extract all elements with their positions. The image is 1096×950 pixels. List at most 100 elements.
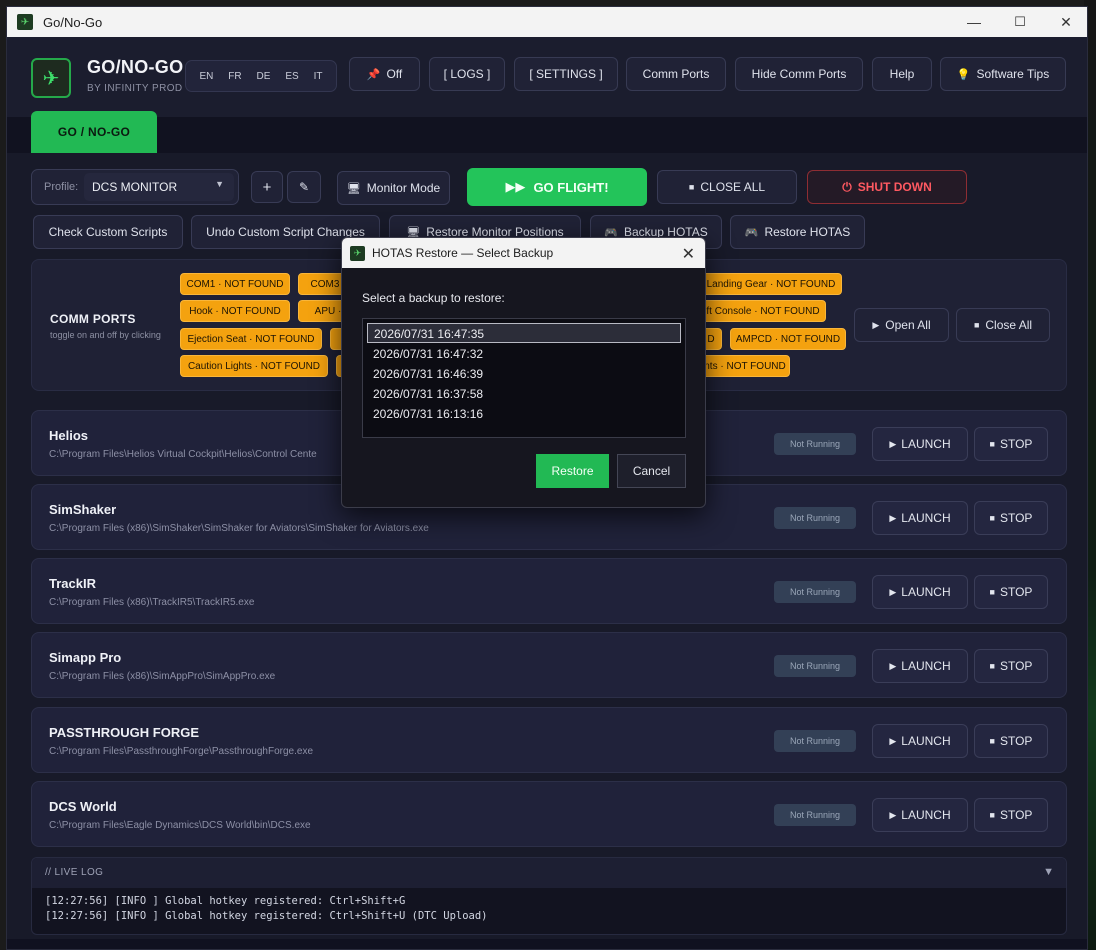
lang-fr[interactable]: FR	[228, 71, 241, 82]
close-all-ports-button[interactable]: ■ Close All	[956, 308, 1050, 342]
stop-square-icon: ■	[989, 661, 995, 671]
comm-chip-console[interactable]: ft Console · NOT FOUND	[700, 300, 826, 322]
stop-label: STOP	[999, 808, 1033, 822]
pin-icon: 📌	[366, 68, 381, 81]
hotas-restore-dialog: ✈ HOTAS Restore — Select Backup ✕ Select…	[341, 237, 706, 508]
monitor-mode-button[interactable]: 🖥 Monitor Mode	[337, 171, 450, 205]
list-item[interactable]: 2026/07/31 16:47:35	[367, 323, 681, 343]
launch-button[interactable]: ▶ LAUNCH	[872, 575, 968, 609]
stop-button[interactable]: ■ STOP	[974, 575, 1048, 609]
restore-hotas-button[interactable]: 🎮 Restore HOTAS	[730, 215, 865, 249]
list-item[interactable]: 2026/07/31 16:47:32	[367, 344, 681, 364]
power-icon: ⏻	[842, 179, 852, 194]
comm-chip-hook[interactable]: Hook · NOT FOUND	[180, 300, 290, 322]
go-flight-button[interactable]: ▶▶ GO FLIGHT!	[467, 168, 647, 206]
dialog-title-bar: ✈ HOTAS Restore — Select Backup	[342, 238, 705, 268]
check-custom-scripts-button[interactable]: Check Custom Scripts	[33, 215, 183, 249]
stop-button[interactable]: ■ STOP	[974, 649, 1048, 683]
close-all-button[interactable]: ■ CLOSE ALL	[657, 170, 797, 204]
launch-label: LAUNCH	[901, 585, 951, 599]
stop-button[interactable]: ■ STOP	[974, 798, 1048, 832]
log-line: [12:27:56] [INFO ] Global hotkey registe…	[45, 895, 406, 907]
stop-square-icon: ■	[989, 439, 995, 449]
list-item[interactable]: 2026/07/31 16:13:16	[367, 404, 681, 424]
jet-icon: ✈	[31, 58, 71, 98]
list-item[interactable]: 2026/07/31 16:37:58	[367, 384, 681, 404]
launch-button[interactable]: ▶ LAUNCH	[872, 798, 968, 832]
stop-button[interactable]: ■ STOP	[974, 501, 1048, 535]
stop-square-icon: ■	[973, 320, 980, 330]
minimize-button[interactable]: —	[951, 7, 997, 37]
launch-label: LAUNCH	[901, 808, 951, 822]
launch-button[interactable]: ▶ LAUNCH	[872, 724, 968, 758]
off-button[interactable]: 📌 Off	[349, 57, 420, 91]
help-button[interactable]: Help	[872, 57, 932, 91]
software-tips-label: Software Tips	[976, 67, 1050, 81]
live-log-panel: // LIVE LOG ▼ [12:27:56] [INFO ] Global …	[31, 857, 1067, 935]
open-all-button[interactable]: ▶ Open All	[854, 308, 949, 342]
app-name: Helios	[49, 428, 89, 443]
play-icon: ▶	[889, 809, 897, 820]
backup-list: 2026/07/31 16:47:35 2026/07/31 16:47:32 …	[362, 318, 686, 438]
profile-selector: Profile: DCS MONITOR ▼	[31, 169, 239, 205]
status-badge: Not Running	[774, 507, 856, 529]
lang-en[interactable]: EN	[199, 71, 213, 82]
play-icon: ▶	[872, 319, 880, 330]
settings-label: [ SETTINGS ]	[529, 67, 603, 81]
lang-it[interactable]: IT	[314, 71, 323, 82]
window-title: Go/No-Go	[43, 14, 103, 30]
play-icon: ▶	[889, 438, 897, 449]
stop-button[interactable]: ■ STOP	[974, 427, 1048, 461]
stop-label: STOP	[999, 511, 1033, 525]
edit-profile-button[interactable]: ✎	[287, 171, 321, 203]
logs-button[interactable]: [ LOGS ]	[429, 57, 505, 91]
lang-de[interactable]: DE	[257, 71, 271, 82]
comm-chip-ampcd[interactable]: AMPCD · NOT FOUND	[730, 328, 846, 350]
profile-dropdown[interactable]: DCS MONITOR	[84, 173, 234, 201]
status-badge: Not Running	[774, 804, 856, 826]
jet-icon: ✈	[17, 14, 33, 30]
tab-go-no-go[interactable]: GO / NO-GO	[31, 111, 157, 153]
stop-label: STOP	[999, 585, 1033, 599]
maximize-button[interactable]: ☐	[997, 7, 1043, 37]
comm-ports-button[interactable]: Comm Ports	[626, 57, 726, 91]
launch-button[interactable]: ▶ LAUNCH	[872, 501, 968, 535]
launch-button[interactable]: ▶ LAUNCH	[872, 427, 968, 461]
stop-button[interactable]: ■ STOP	[974, 724, 1048, 758]
close-button[interactable]: ✕	[1043, 7, 1087, 37]
comm-ports-subtitle: toggle on and off by clicking	[50, 330, 161, 340]
app-name: SimShaker	[49, 502, 117, 517]
brand-title: GO/NO-GO	[87, 57, 184, 77]
comm-chip-lights[interactable]: nts · NOT FOUND	[700, 355, 790, 377]
live-log-header[interactable]: // LIVE LOG	[32, 858, 1066, 888]
stop-label: STOP	[999, 437, 1033, 451]
app-name: Simapp Pro	[49, 650, 122, 665]
lang-es[interactable]: ES	[285, 71, 298, 82]
comm-ports-title: COMM PORTS	[50, 312, 136, 326]
log-line: [12:27:56] [INFO ] Global hotkey registe…	[45, 910, 488, 922]
shut-down-button[interactable]: ⏻ SHUT DOWN	[807, 170, 967, 204]
app-header: ✈ GO/NO-GO BY INFINITY PRODU EN FR DE ES…	[7, 37, 1087, 117]
cancel-button[interactable]: Cancel	[617, 454, 686, 488]
restore-button[interactable]: Restore	[536, 454, 609, 488]
add-profile-button[interactable]: +	[251, 171, 283, 203]
app-row: TrackIR C:\Program Files (x86)\TrackIR5\…	[31, 558, 1067, 624]
list-item[interactable]: 2026/07/31 16:46:39	[367, 364, 681, 384]
software-tips-button[interactable]: 💡 Software Tips	[940, 57, 1066, 91]
comm-chip-ejection-seat[interactable]: Ejection Seat · NOT FOUND	[180, 328, 322, 350]
comm-chip-com1[interactable]: COM1 · NOT FOUND	[180, 273, 290, 295]
go-flight-label: GO FLIGHT!	[533, 179, 609, 195]
comm-chip-caution-lights[interactable]: Caution Lights · NOT FOUND	[180, 355, 328, 377]
chevron-down-icon[interactable]: ▼	[1043, 866, 1054, 878]
hide-comm-ports-button[interactable]: Hide Comm Ports	[735, 57, 863, 91]
launch-button[interactable]: ▶ LAUNCH	[872, 649, 968, 683]
app-name: TrackIR	[49, 576, 96, 591]
launch-label: LAUNCH	[901, 437, 951, 451]
comm-chip-landing-gear[interactable]: Landing Gear · NOT FOUND	[700, 273, 842, 295]
open-all-label: Open All	[885, 318, 931, 332]
settings-button[interactable]: [ SETTINGS ]	[514, 57, 618, 91]
tab-strip	[7, 117, 1087, 153]
launch-label: LAUNCH	[901, 734, 951, 748]
app-row: PASSTHROUGH FORGE C:\Program Files\Passt…	[31, 707, 1067, 773]
close-icon[interactable]: ✕	[682, 244, 695, 264]
